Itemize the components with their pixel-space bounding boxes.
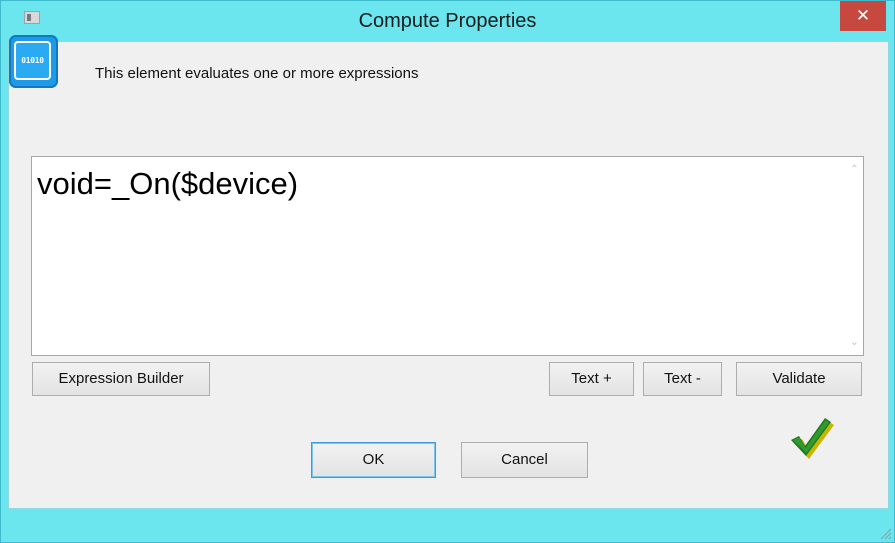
- binary-compute-icon: 01010: [9, 35, 58, 88]
- resize-grip-icon[interactable]: [878, 526, 892, 540]
- window-title: Compute Properties: [358, 10, 537, 32]
- title-bar[interactable]: Compute Properties ✕: [1, 1, 894, 41]
- expression-editor[interactable]: void=_On($device) ⌃ ⌄: [31, 156, 864, 356]
- validate-button[interactable]: Validate: [736, 362, 862, 396]
- expression-text[interactable]: void=_On($device): [37, 164, 837, 204]
- scroll-down-arrow-icon[interactable]: ⌄: [846, 334, 863, 351]
- close-button[interactable]: ✕: [840, 1, 886, 31]
- element-description: This element evaluates one or more expre…: [95, 65, 419, 82]
- green-check-icon: [791, 418, 834, 459]
- scroll-up-arrow-icon[interactable]: ⌃: [846, 161, 863, 178]
- expression-builder-button[interactable]: Expression Builder: [32, 362, 210, 396]
- text-increase-button[interactable]: Text +: [549, 362, 634, 396]
- compute-properties-dialog: Compute Properties ✕ 01010 This element …: [0, 0, 895, 543]
- binary-compute-icon-label: 01010: [14, 41, 51, 80]
- text-decrease-button[interactable]: Text -: [643, 362, 722, 396]
- ok-button[interactable]: OK: [311, 442, 436, 478]
- vertical-scrollbar[interactable]: ⌃ ⌄: [846, 157, 863, 355]
- cancel-button[interactable]: Cancel: [461, 442, 588, 478]
